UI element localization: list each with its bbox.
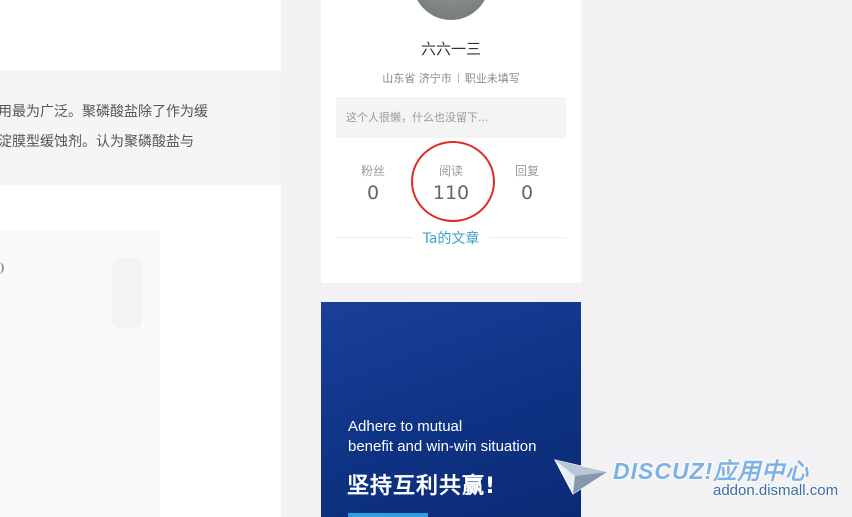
article-image-shape xyxy=(112,258,142,328)
banner-en-line: benefit and win-win situation xyxy=(348,438,537,455)
banner-en-line: Adhere to mutual xyxy=(348,418,463,435)
promo-banner[interactable]: Adhere to mutual benefit and win-win sit… xyxy=(321,302,581,517)
author-location: 山东省 济宁市 xyxy=(382,72,452,85)
author-articles-link[interactable]: Ta的文章 xyxy=(412,231,490,247)
author-articles-row: Ta的文章 xyxy=(321,228,581,248)
watermark-brand: DISCUZ!应用中心 xyxy=(613,458,810,484)
article-quote-block: 胺作为水处理剂时应用最为广泛。聚磷酸盐除了作为缓 蚀剂，还被认为是沉淀膜型缓蚀剂… xyxy=(0,70,281,185)
highlight-circle-annotation xyxy=(411,141,495,222)
banner-slogan: 坚持互利共赢! xyxy=(347,474,497,499)
article-top-card xyxy=(0,0,281,71)
stat-value: 0 xyxy=(366,182,380,204)
author-bio: 这个人很懒，什么也没留下... xyxy=(336,97,566,138)
article-column: 胺作为水处理剂时应用最为广泛。聚磷酸盐除了作为缓 蚀剂，还被认为是沉淀膜型缓蚀剂… xyxy=(0,0,281,517)
article-text-line: 胺作为水处理剂时应用最为广泛。聚磷酸盐除了作为缓 xyxy=(0,104,208,120)
stat-label: 粉丝 xyxy=(360,164,385,178)
stat-value: 0 xyxy=(520,182,534,204)
banner-accent-bar xyxy=(348,513,428,517)
author-occupation: 职业未填写 xyxy=(464,72,520,85)
paper-plane-icon xyxy=(554,459,609,495)
stat-label: 回复 xyxy=(514,164,539,178)
meta-divider xyxy=(457,73,459,83)
watermark-domain: addon.dismall.com xyxy=(713,482,839,499)
avatar[interactable] xyxy=(412,0,490,20)
stat-replies[interactable]: 回复 0 xyxy=(492,163,562,207)
banner-english-text: Adhere to mutual benefit and win-win sit… xyxy=(348,417,536,457)
author-username[interactable]: 六六一三 xyxy=(321,38,581,59)
author-meta: 山东省 济宁市 职业未填写 xyxy=(321,70,581,86)
article-text-line: 蚀剂，还被认为是沉淀膜型缓蚀剂。认为聚磷酸盐与 xyxy=(0,134,194,150)
author-profile-card: 六六一三 山东省 济宁市 职业未填写 这个人很懒，什么也没留下... 粉丝 0 阅… xyxy=(321,0,581,283)
stat-fans[interactable]: 粉丝 0 xyxy=(338,163,408,207)
watermark: DISCUZ!应用中心 addon.dismall.com xyxy=(553,452,852,502)
